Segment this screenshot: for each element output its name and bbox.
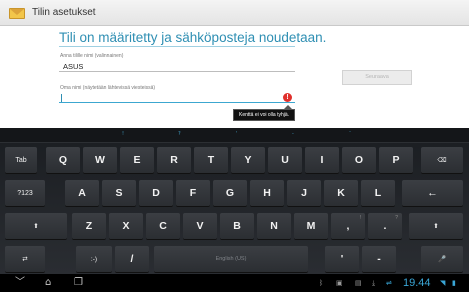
home-icon[interactable]: ⌂ [45,277,51,289]
app-title: Tilin asetukset [32,7,96,18]
key-j[interactable]: J [287,180,321,206]
wifi-icon: ◥ [440,279,446,287]
error-tooltip: Kenttä ei voi olla tyhjä. [233,109,296,121]
key-m[interactable]: M [294,213,328,239]
key-slash[interactable]: / [115,246,149,272]
your-name-label: Oma nimi (näytetään lähtevissä viesteiss… [60,85,156,91]
key-tab[interactable]: Tab [5,147,37,173]
image-icon: ▤ [355,279,362,287]
account-name-label: Anna tilille nimi (valinnainen) [60,53,124,59]
key-period-alt: ? [395,215,398,221]
action-bar: Tilin asetukset [0,0,469,26]
key-t[interactable]: T [194,147,228,173]
key-shift-left[interactable]: ⬆ [5,213,67,239]
key-smiley[interactable]: :-) [76,246,112,272]
key-h[interactable]: H [250,180,284,206]
key-k[interactable]: K [324,180,358,206]
account-name-underline [59,71,295,72]
system-bar: ﹀ ⌂ ❐ ᛒ ▣ ▤ ⤓ ⇌ 19.44 ◥ ▮ [0,274,469,292]
envelope-icon[interactable] [7,4,27,22]
key-comma-label: , [346,220,350,232]
key-settings[interactable]: ⇄ [5,246,45,272]
key-y[interactable]: Y [231,147,265,173]
key-c[interactable]: C [146,213,180,239]
clock: 19.44 [403,277,431,289]
key-a[interactable]: A [65,180,99,206]
page-title: Tili on määritetty ja sähköposteja noude… [59,30,327,45]
key-shift-right[interactable]: ⬆ [409,213,463,239]
bluetooth-icon: ᛒ [319,279,324,287]
key-l[interactable]: L [361,180,395,206]
hint-dash: - [292,131,294,137]
account-name-field[interactable]: ASUS [63,62,83,71]
key-period-label: . [383,220,387,232]
hint-exclamation: ! [122,131,125,137]
back-icon[interactable]: ﹀ [15,277,25,289]
key-v[interactable]: V [183,213,217,239]
key-enter[interactable]: ← [402,180,463,206]
hint-question: ? [178,131,181,137]
error-icon: ! [283,93,292,102]
key-x[interactable]: X [109,213,143,239]
usb-icon: ⇌ [386,279,392,287]
key-r[interactable]: R [157,147,191,173]
key-g[interactable]: G [213,180,247,206]
next-button[interactable]: Seuraava [342,70,412,85]
key-space[interactable]: English (US) [154,246,308,272]
key-symbols[interactable]: ?123 [5,180,45,206]
key-s[interactable]: S [102,180,136,206]
key-z[interactable]: Z [72,213,106,239]
battery-icon: ▮ [452,279,456,287]
key-n[interactable]: N [257,213,291,239]
keyboard-hint-strip: ! ? ' - ¨ [0,128,469,143]
download-icon: ⤓ [372,279,376,287]
key-backspace[interactable]: ⌫ [421,147,463,173]
key-u[interactable]: U [268,147,302,173]
hint-diaeresis: ¨ [349,131,352,137]
key-w[interactable]: W [83,147,117,173]
key-q[interactable]: Q [46,147,80,173]
key-o[interactable]: O [342,147,376,173]
title-divider [59,46,295,47]
key-d[interactable]: D [139,180,173,206]
key-dash[interactable]: - [362,246,396,272]
key-p[interactable]: P [379,147,413,173]
key-comma[interactable]: , ! [331,213,365,239]
on-screen-keyboard: ! ? ' - ¨ Tab Q W E R T Y U I O P ⌫ ?123… [0,128,469,274]
key-f[interactable]: F [176,180,210,206]
account-setup-form: Tili on määritetty ja sähköposteja noude… [0,26,469,128]
key-microphone[interactable]: 🎤 [421,246,463,272]
hint-apostrophe: ' [236,131,238,137]
key-period[interactable]: . ? [368,213,402,239]
your-name-underline [59,102,295,103]
key-b[interactable]: B [220,213,254,239]
key-e[interactable]: E [120,147,154,173]
key-i[interactable]: I [305,147,339,173]
key-apostrophe[interactable]: ' [325,246,359,272]
recent-apps-icon[interactable]: ❐ [74,277,83,289]
key-comma-alt: ! [359,215,361,221]
screenshot-icon: ▣ [336,279,343,287]
